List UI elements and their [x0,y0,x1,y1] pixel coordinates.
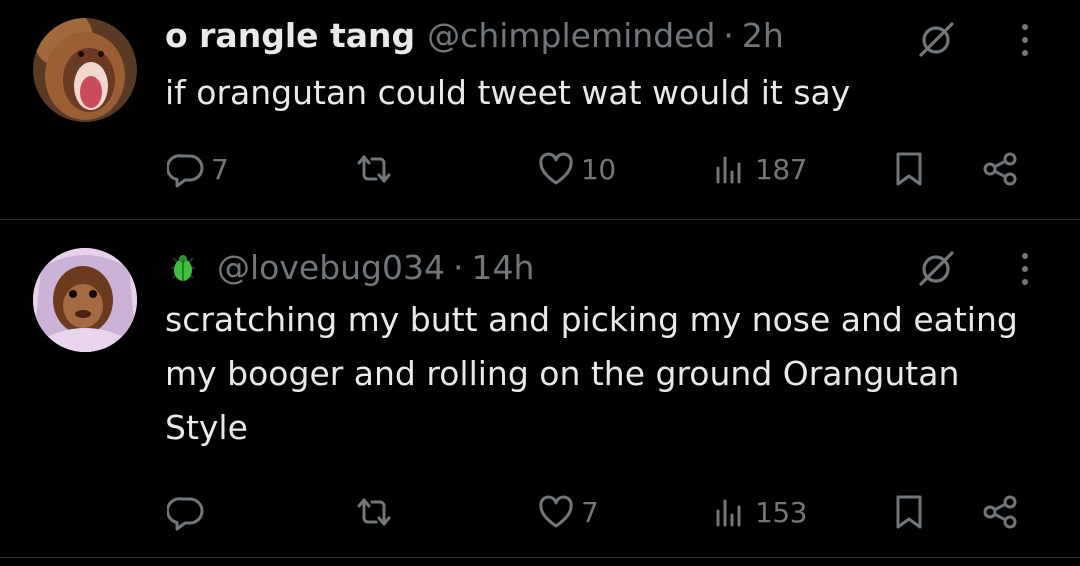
tweet-header: o rangle tang @chimpleminded · 2h [165,16,784,56]
analytics-icon [711,493,749,531]
tweet-text: scratching my butt and picking my nose a… [165,300,1018,447]
view-count: 187 [755,152,807,186]
share-button[interactable] [981,144,1019,194]
grok-icon[interactable] [914,18,958,62]
share-icon [981,150,1019,188]
analytics-icon [711,150,749,188]
avatar[interactable] [33,248,137,352]
like-button[interactable]: 10 [537,144,616,194]
grok-icon[interactable] [914,247,958,291]
timestamp[interactable]: 2h [742,16,784,56]
more-options-icon[interactable] [1003,18,1047,62]
timestamp[interactable]: 14h [472,248,535,288]
views-button[interactable]: 187 [711,144,807,194]
more-options-icon[interactable] [1003,247,1047,291]
bookmark-icon [890,493,928,531]
retweet-button[interactable] [355,487,399,537]
heart-icon [537,150,575,188]
handle[interactable]: @chimpleminded [427,16,715,56]
reply-button[interactable] [167,487,211,537]
view-count: 153 [755,495,807,529]
like-count: 10 [581,152,616,186]
retweet-icon [355,150,393,188]
reply-icon [167,150,205,188]
action-bar: 7 153 [0,487,1080,537]
avatar[interactable] [33,18,137,122]
retweet-button[interactable] [355,144,399,194]
like-button[interactable]: 7 [537,487,599,537]
retweet-icon [355,493,393,531]
bookmark-button[interactable] [890,487,928,537]
tweet[interactable]: o rangle tang @chimpleminded · 2h if ora… [0,0,1080,220]
action-bar: 7 10 187 [0,144,1080,194]
share-button[interactable] [981,487,1019,537]
share-icon [981,493,1019,531]
display-name[interactable]: o rangle tang [165,16,415,56]
separator-dot: · [723,16,734,55]
reply-count: 7 [211,152,229,186]
beetle-emoji-icon [165,250,201,286]
tweet-header: @lovebug034 · 14h [165,248,534,288]
heart-icon [537,493,575,531]
separator-dot: · [453,248,464,287]
like-count: 7 [581,495,599,529]
tweet-text: if orangutan could tweet wat would it sa… [165,73,851,112]
handle[interactable]: @lovebug034 [217,248,445,288]
reply-button[interactable]: 7 [167,144,229,194]
views-button[interactable]: 153 [711,487,807,537]
tweet[interactable]: @lovebug034 · 14h scratching my butt and… [0,221,1080,558]
reply-icon [167,493,205,531]
bookmark-icon [890,150,928,188]
bookmark-button[interactable] [890,144,928,194]
